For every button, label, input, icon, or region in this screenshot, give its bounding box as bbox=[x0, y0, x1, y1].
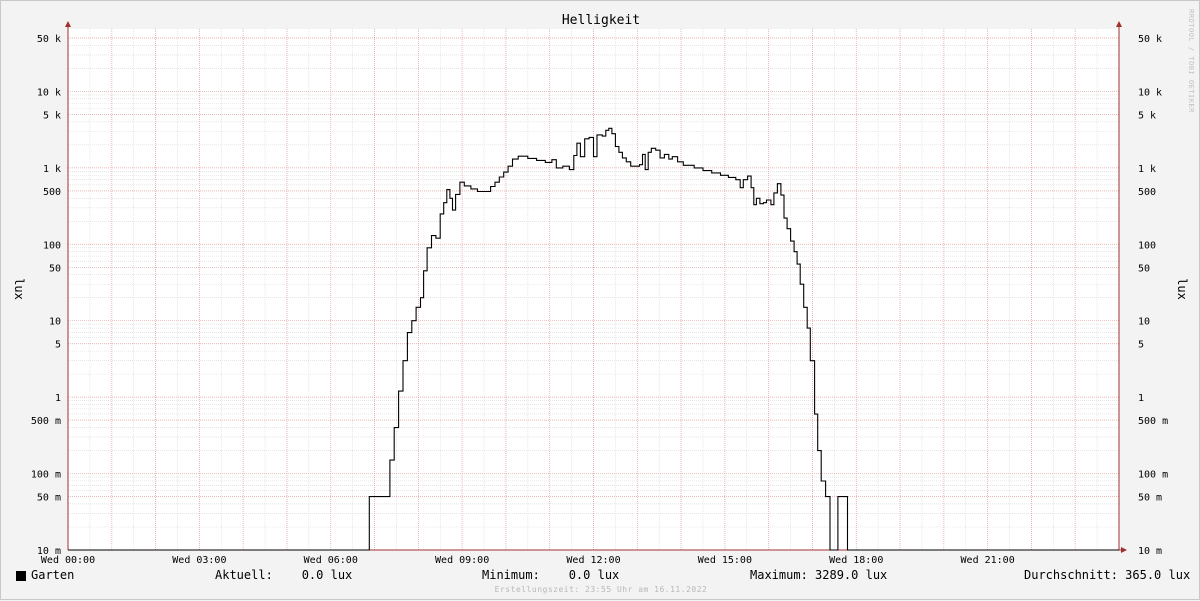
y-tick-label-left: 1 k bbox=[43, 164, 61, 175]
y-axis-labels-right: 10 m 50 m 100 m 500 m 1 5 10 50 100 500 1 k 5 k 10 k… bbox=[1138, 34, 1168, 557]
y-tick-label-right: 5 bbox=[1138, 340, 1144, 351]
y-tick-label-right: 5 k bbox=[1138, 110, 1156, 121]
y-tick-label-left: 100 bbox=[43, 240, 61, 251]
y-tick-label-left: 50 m bbox=[37, 493, 61, 504]
legend-average: Durchschnitt: 365.0 lux bbox=[1024, 568, 1191, 582]
y-tick-label-right: 10 k bbox=[1138, 87, 1162, 98]
y-axis-labels-left: 10 m50 m100 m500 m1510501005001 k5 k10 k… bbox=[31, 34, 61, 557]
y-tick-label-left: 50 k bbox=[37, 34, 61, 45]
y-axis-title-left: lux bbox=[12, 278, 26, 300]
x-tick-label: Wed 00:00 bbox=[41, 555, 95, 566]
y-tick-label-left: 5 k bbox=[43, 110, 61, 121]
y-tick-label-right: 50 bbox=[1138, 263, 1150, 274]
y-tick-label-right: 500 bbox=[1138, 187, 1156, 198]
x-tick-label: Wed 18:00 bbox=[829, 555, 883, 566]
x-tick-label: Wed 03:00 bbox=[172, 555, 226, 566]
y-tick-label-right: 100 bbox=[1138, 240, 1156, 251]
y-tick-label-right: 500 m bbox=[1138, 416, 1168, 427]
legend-current: Aktuell: 0.0 lux bbox=[215, 568, 353, 582]
y-tick-label-left: 100 m bbox=[31, 470, 61, 481]
legend: Garten Aktuell: 0.0 lux Minimum: 0.0 lux… bbox=[1, 568, 1200, 586]
y-tick-label-left: 5 bbox=[55, 340, 61, 351]
y-tick-label-right: 10 m bbox=[1138, 546, 1162, 557]
y-axis-arrow-left-icon bbox=[65, 21, 71, 27]
y-tick-label-left: 10 k bbox=[37, 87, 61, 98]
creation-time-footer: Erstellungszeit: 23:55 Uhr am 16.11.2022 bbox=[494, 585, 708, 594]
y-tick-label-right: 50 m bbox=[1138, 493, 1162, 504]
x-axis-arrow-icon bbox=[1121, 547, 1127, 553]
y-axis-arrow-right-icon bbox=[1116, 21, 1122, 27]
y-tick-label-left: 500 bbox=[43, 187, 61, 198]
y-axis-title-right: lux bbox=[1175, 278, 1189, 300]
y-tick-label-right: 1 k bbox=[1138, 164, 1156, 175]
x-axis-labels: Wed 00:00 Wed 03:00 Wed 06:00 Wed 09:00 Wed … bbox=[41, 555, 1015, 566]
watermark-text: RRDTOOL / TOBI OETIKER bbox=[1187, 9, 1195, 113]
chart-title: Helligkeit bbox=[562, 13, 640, 28]
x-tick-label: Wed 12:00 bbox=[566, 555, 620, 566]
y-tick-label-left: 10 bbox=[49, 317, 61, 328]
x-tick-label: Wed 15:00 bbox=[698, 555, 752, 566]
x-tick-label: Wed 06:00 bbox=[304, 555, 358, 566]
chart-canvas: 10 m 50 m 100 m 500 m 1 5 10 50 100 500 1 k 5 k 10 k… bbox=[12, 9, 1195, 566]
y-tick-label-right: 50 k bbox=[1138, 34, 1162, 45]
y-tick-label-left: 500 m bbox=[31, 416, 61, 427]
y-tick-label-left: 1 bbox=[55, 393, 61, 404]
legend-swatch-garten bbox=[16, 571, 26, 581]
legend-maximum: Maximum: 3289.0 lux bbox=[750, 568, 888, 582]
x-tick-label: Wed 09:00 bbox=[435, 555, 489, 566]
chart-window: 10 m 50 m 100 m 500 m 1 5 10 50 100 500 1 k 5 k 10 k… bbox=[0, 0, 1200, 600]
y-tick-label-right: 10 bbox=[1138, 317, 1150, 328]
y-tick-label-left: 50 bbox=[49, 263, 61, 274]
y-tick-label-right: 1 bbox=[1138, 393, 1144, 404]
x-tick-label: Wed 21:00 bbox=[961, 555, 1015, 566]
y-tick-label-right: 100 m bbox=[1138, 470, 1168, 481]
legend-minimum: Minimum: 0.0 lux bbox=[482, 568, 620, 582]
legend-series-name: Garten bbox=[31, 568, 75, 582]
